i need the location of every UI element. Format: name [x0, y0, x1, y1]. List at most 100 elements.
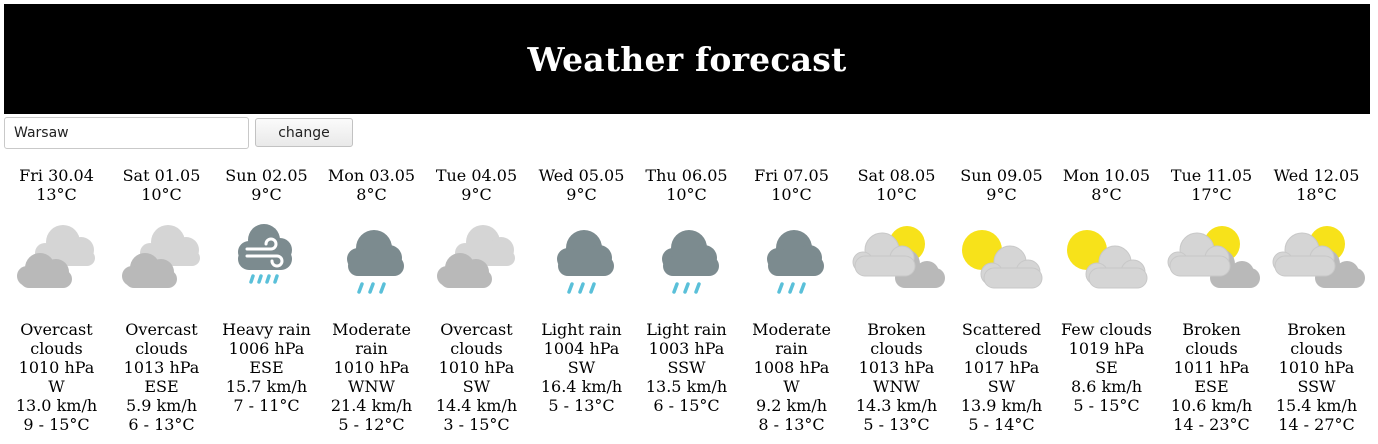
weather-description: Overcast clouds — [125, 320, 198, 358]
day-date: Sat 01.05 — [122, 166, 201, 185]
forecast-day: Mon 03.05 8°C Moderate rain 1010 hPa WNW… — [319, 166, 424, 436]
day-date: Sun 09.05 — [960, 166, 1043, 185]
pressure: 1019 hPa — [1068, 339, 1145, 358]
app-header: Weather forecast — [4, 4, 1370, 114]
wind-speed: 13.0 km/h — [15, 396, 98, 415]
weather-description: Few clouds — [1061, 320, 1152, 339]
day-temperature: 8°C — [356, 185, 387, 204]
wind-direction: W — [783, 377, 800, 396]
pressure: 1011 hPa — [1173, 358, 1250, 377]
pressure: 1013 hPa — [858, 358, 935, 377]
weather-description: Broken clouds — [867, 320, 926, 358]
forecast-list: Fri 30.04 13°C Overcast clouds 1010 hPa … — [4, 166, 1370, 436]
pressure: 1010 hPa — [438, 358, 515, 377]
wind-direction: W — [48, 377, 65, 396]
day-temperature: 13°C — [36, 185, 77, 204]
wind-speed: 5.9 km/h — [125, 396, 198, 415]
wind-direction: SE — [1095, 358, 1118, 377]
pressure: 1003 hPa — [648, 339, 725, 358]
forecast-day: Sat 08.05 10°C Broken clouds 1013 hPa WN… — [844, 166, 949, 436]
weather-description: Light rain — [541, 320, 622, 339]
forecast-day: Tue 04.05 9°C Overcast clouds 1010 hPa S… — [424, 166, 529, 436]
weather-description: Moderate rain — [332, 320, 411, 358]
heavy-rain-wind-icon — [214, 210, 319, 310]
rain-cloud-icon — [739, 210, 844, 310]
day-date: Wed 05.05 — [538, 166, 625, 185]
day-temperature: 9°C — [461, 185, 492, 204]
pressure: 1010 hPa — [333, 358, 410, 377]
temperature-range: 14 - 23°C — [1173, 415, 1250, 434]
forecast-day: Wed 12.05 18°C Broken clouds 1010 hPa SS… — [1264, 166, 1369, 436]
day-date: Wed 12.05 — [1273, 166, 1360, 185]
wind-speed: 13.9 km/h — [960, 396, 1043, 415]
weather-description: Scattered clouds — [961, 320, 1042, 358]
day-temperature: 9°C — [986, 185, 1017, 204]
weather-description: Moderate rain — [752, 320, 831, 358]
page-title: Weather forecast — [527, 39, 847, 79]
weather-description: Light rain — [646, 320, 727, 339]
wind-speed: 9.2 km/h — [755, 396, 828, 415]
pressure: 1004 hPa — [543, 339, 620, 358]
wind-speed: 15.7 km/h — [225, 377, 308, 396]
day-date: Fri 07.05 — [754, 166, 829, 185]
temperature-range: 5 - 15°C — [1073, 396, 1140, 415]
forecast-day: Wed 05.05 9°C Light rain 1004 hPa SW 16.… — [529, 166, 634, 436]
day-date: Mon 10.05 — [1062, 166, 1151, 185]
rain-cloud-icon — [634, 210, 739, 310]
temperature-range: 6 - 13°C — [128, 415, 195, 434]
pressure: 1006 hPa — [228, 339, 305, 358]
wind-speed: 10.6 km/h — [1170, 396, 1253, 415]
pressure: 1013 hPa — [123, 358, 200, 377]
overcast-clouds-icon — [4, 210, 109, 310]
temperature-range: 5 - 13°C — [548, 396, 615, 415]
pressure: 1017 hPa — [963, 358, 1040, 377]
weather-description: Heavy rain — [222, 320, 311, 339]
forecast-day: Fri 07.05 10°C Moderate rain 1008 hPa W … — [739, 166, 844, 436]
temperature-range: 7 - 11°C — [233, 396, 300, 415]
wind-direction: WNW — [873, 377, 920, 396]
day-temperature: 8°C — [1091, 185, 1122, 204]
pressure: 1010 hPa — [1278, 358, 1355, 377]
day-date: Sun 02.05 — [225, 166, 308, 185]
temperature-range: 6 - 15°C — [653, 396, 720, 415]
wind-speed: 21.4 km/h — [330, 396, 413, 415]
day-temperature: 9°C — [566, 185, 597, 204]
day-date: Thu 06.05 — [645, 166, 728, 185]
wind-speed: 8.6 km/h — [1070, 377, 1143, 396]
wind-speed: 13.5 km/h — [645, 377, 728, 396]
weather-description: Broken clouds — [1182, 320, 1241, 358]
rain-cloud-icon — [319, 210, 424, 310]
wind-direction: ESE — [249, 358, 284, 377]
temperature-range: 9 - 15°C — [23, 415, 90, 434]
temperature-range: 5 - 13°C — [863, 415, 930, 434]
wind-speed: 15.4 km/h — [1275, 396, 1358, 415]
change-city-button[interactable]: change — [255, 118, 353, 147]
wind-direction: SW — [462, 377, 491, 396]
temperature-range: 5 - 12°C — [338, 415, 405, 434]
rain-cloud-icon — [529, 210, 634, 310]
wind-direction: ESE — [144, 377, 179, 396]
wind-direction: SW — [567, 358, 596, 377]
broken-clouds-icon — [1264, 210, 1369, 310]
day-date: Tue 11.05 — [1170, 166, 1253, 185]
day-temperature: 17°C — [1191, 185, 1232, 204]
forecast-day: Sun 02.05 9°C Heavy rain 1006 hPa ESE 15… — [214, 166, 319, 436]
day-date: Fri 30.04 — [19, 166, 94, 185]
wind-direction: WNW — [348, 377, 395, 396]
wind-direction: SSW — [667, 358, 706, 377]
pressure: 1008 hPa — [753, 358, 830, 377]
wind-direction: ESE — [1194, 377, 1229, 396]
sun-behind-cloud-icon — [1054, 210, 1159, 310]
temperature-range: 3 - 15°C — [443, 415, 510, 434]
city-search-input[interactable] — [4, 117, 249, 149]
day-temperature: 10°C — [771, 185, 812, 204]
pressure: 1010 hPa — [18, 358, 95, 377]
day-temperature: 18°C — [1296, 185, 1337, 204]
day-temperature: 9°C — [251, 185, 282, 204]
sun-behind-cloud-icon — [949, 210, 1054, 310]
forecast-day: Mon 10.05 8°C Few clouds 1019 hPa SE 8.6… — [1054, 166, 1159, 436]
weather-description: Overcast clouds — [20, 320, 93, 358]
forecast-day: Tue 11.05 17°C Broken clouds 1011 hPa ES… — [1159, 166, 1264, 436]
weather-description: Overcast clouds — [440, 320, 513, 358]
broken-clouds-icon — [844, 210, 949, 310]
